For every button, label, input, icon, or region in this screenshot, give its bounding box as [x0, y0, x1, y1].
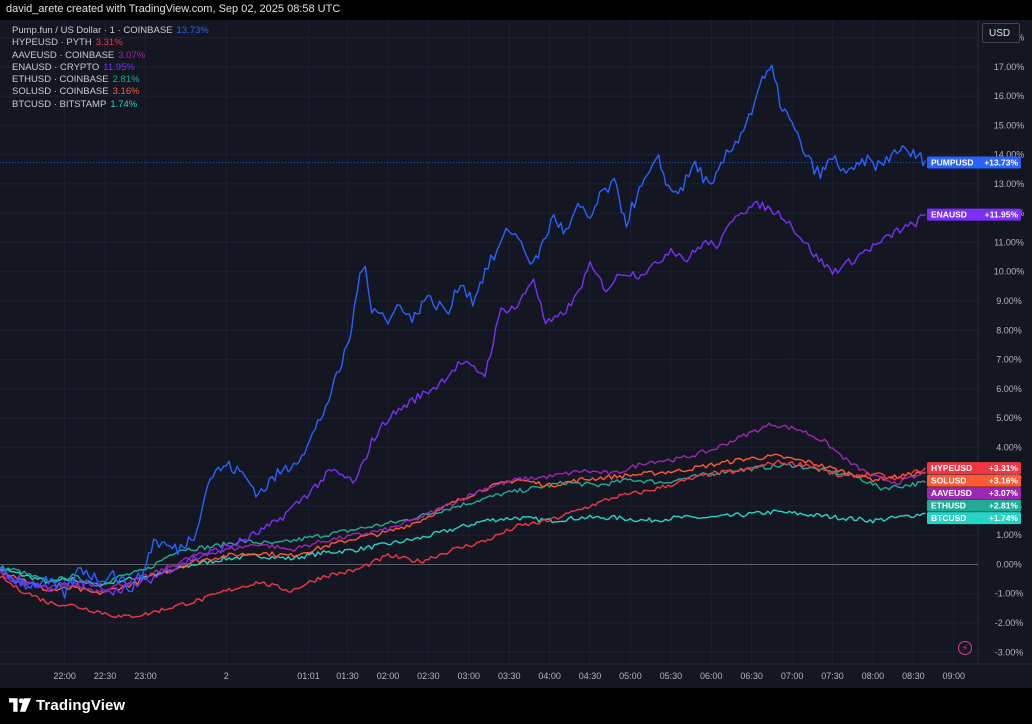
x-tick-label: 08:00	[862, 671, 885, 681]
price-tag-symbol: ETHUSD	[931, 501, 966, 511]
x-tick-label: 22:00	[53, 671, 76, 681]
legend-item[interactable]: SOLUSD · COINBASE 3.16%	[12, 86, 209, 98]
price-chart[interactable]: 22:00 22:30 23:00 2 01:01 01:30 02:00 02:30 03:0…	[0, 20, 1032, 688]
price-tag-pumpusd: PUMPUSD +13.73%	[927, 156, 1021, 169]
series-legend: Pump.fun / US Dollar · 1 · COINBASE 13.73…	[12, 25, 209, 111]
legend-value: 1.74%	[110, 98, 138, 110]
legend-value: 3.16%	[112, 86, 140, 98]
price-tag-value: +13.73%	[984, 158, 1018, 168]
y-tick-label: 8.00%	[996, 325, 1022, 335]
credit-text: david_arete created with TradingView.com…	[6, 3, 341, 15]
legend-value: 2.81%	[112, 74, 140, 86]
y-tick-label: 7.00%	[996, 355, 1022, 365]
top-bar: david_arete created with TradingView.com…	[0, 0, 1032, 20]
legend-name: AAVEUSD · COINBASE	[12, 49, 115, 61]
y-tick-label: 15.00%	[994, 120, 1025, 130]
price-tag-symbol: ENAUSD	[931, 210, 967, 220]
y-tick-label: 0.00%	[996, 559, 1022, 569]
y-tick-label: 4.00%	[996, 442, 1022, 452]
x-tick-label: 03:00	[458, 671, 481, 681]
x-tick-label: 02:00	[377, 671, 400, 681]
y-tick-label: -1.00%	[995, 589, 1024, 599]
legend-name: HYPEUSD · PYTH	[12, 37, 92, 49]
legend-name: SOLUSD · COINBASE	[12, 86, 109, 98]
x-tick-label: 23:00	[134, 671, 157, 681]
x-tick-label: 2	[224, 671, 229, 681]
series-line-enausd	[0, 200, 926, 596]
x-tick-label: 05:00	[619, 671, 642, 681]
price-tag-value: +3.16%	[989, 476, 1019, 486]
x-tick-label: 04:30	[579, 671, 602, 681]
x-tick-label: 05:30	[660, 671, 683, 681]
currency-scale-button[interactable]: USD	[982, 23, 1020, 43]
legend-value: 3.31%	[95, 37, 123, 49]
y-tick-label: 16.00%	[994, 91, 1025, 101]
price-tag-btcusd: BTCUSD +1.74%	[927, 512, 1021, 525]
series-line-aaveusd	[0, 422, 926, 593]
legend-item[interactable]: ENAUSD · CRYPTO 11.95%	[12, 62, 209, 74]
price-tag-enausd: ENAUSD +11.95%	[927, 208, 1021, 221]
footer: TradingView	[0, 688, 1032, 724]
legend-name: ENAUSD · CRYPTO	[12, 61, 100, 73]
y-tick-label: 11.00%	[994, 237, 1024, 247]
legend-name: ETHUSD · COINBASE	[12, 74, 109, 86]
price-tag-aaveusd: AAVEUSD +3.07%	[927, 487, 1021, 500]
legend-item[interactable]: HYPEUSD · PYTH 3.31%	[12, 37, 209, 49]
y-tick-label: 5.00%	[996, 413, 1022, 423]
price-tag-value: +2.81%	[989, 501, 1019, 511]
x-tick-label: 22:30	[94, 671, 117, 681]
chart-pane[interactable]: 22:00 22:30 23:00 2 01:01 01:30 02:00 02:30 03:0…	[0, 20, 1032, 688]
legend-value: 13.73%	[176, 25, 209, 36]
tradingview-logo[interactable]: TradingView	[9, 694, 125, 716]
price-tag-symbol: BTCUSD	[931, 513, 966, 523]
legend-item[interactable]: Pump.fun / US Dollar · 1 · COINBASE 13.73…	[12, 25, 209, 37]
legend-value: 11.95%	[103, 61, 135, 73]
price-tag-value: +11.95%	[985, 210, 1019, 220]
series-line-pumpusd	[0, 64, 927, 599]
brand-name: TradingView	[36, 696, 126, 714]
y-tick-label: 6.00%	[996, 384, 1022, 394]
price-tag-symbol: AAVEUSD	[931, 488, 972, 498]
x-tick-label: 07:30	[821, 671, 844, 681]
price-tag-symbol: SOLUSD	[931, 476, 966, 486]
x-tick-label: 09:00	[942, 671, 965, 681]
x-tick-label: 03:30	[498, 671, 521, 681]
x-tick-label: 06:30	[740, 671, 763, 681]
price-tag-symbol: HYPEUSD	[931, 463, 972, 473]
y-tick-label: 17.00%	[994, 62, 1025, 72]
legend-value: 3.07%	[118, 49, 146, 61]
price-tag-hypeusd: HYPEUSD +3.31%	[927, 462, 1021, 475]
legend-item[interactable]: ETHUSD · COINBASE 2.81%	[12, 74, 209, 86]
y-tick-label: 10.00%	[994, 267, 1025, 277]
x-tick-label: 01:01	[297, 671, 320, 681]
price-tag-ethusd: ETHUSD +2.81%	[927, 499, 1021, 512]
legend-name: BTCUSD · BITSTAMP	[12, 98, 107, 110]
tradingview-logo-icon	[9, 698, 31, 712]
x-tick-label: 01:30	[336, 671, 359, 681]
y-tick-label: 13.00%	[994, 179, 1025, 189]
price-tag-value: +3.07%	[989, 488, 1019, 498]
x-tick-label: 04:00	[538, 671, 561, 681]
legend-item[interactable]: AAVEUSD · COINBASE 3.07%	[12, 50, 209, 62]
price-tag-value: +3.31%	[989, 463, 1019, 473]
y-tick-label: 9.00%	[996, 296, 1022, 306]
lightning-icon[interactable]: ⚡	[958, 641, 972, 655]
y-tick-label: -3.00%	[995, 647, 1024, 657]
x-tick-label: 02:30	[417, 671, 440, 681]
y-tick-label: 1.00%	[996, 530, 1022, 540]
x-tick-label: 06:00	[700, 671, 723, 681]
legend-item[interactable]: BTCUSD · BITSTAMP 1.74%	[12, 99, 209, 111]
legend-name: Pump.fun / US Dollar · 1 · COINBASE	[12, 25, 173, 36]
price-tag-symbol: PUMPUSD	[931, 158, 974, 168]
x-tick-label: 07:00	[781, 671, 804, 681]
x-tick-label: 08:30	[902, 671, 925, 681]
price-tag-value: +1.74%	[989, 513, 1019, 523]
y-tick-label: -2.00%	[995, 618, 1024, 628]
price-tag-solusd: SOLUSD +3.16%	[927, 474, 1021, 487]
